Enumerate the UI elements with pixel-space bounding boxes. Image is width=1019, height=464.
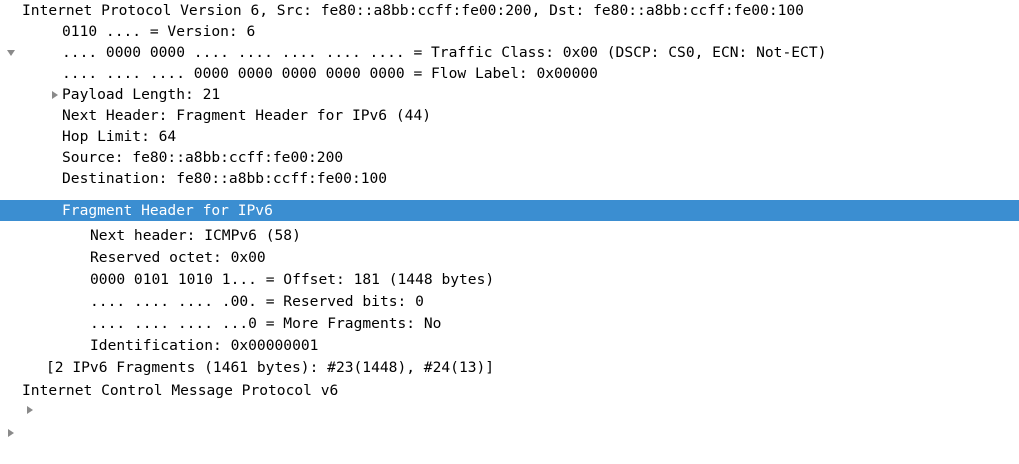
tree-row-traffic-class[interactable]: .... 0000 0000 .... .... .... .... .... … xyxy=(0,42,1019,99)
hop-limit-field: Hop Limit: 64 xyxy=(62,128,177,145)
flow-label-field: .... .... .... 0000 0000 0000 0000 0000 … xyxy=(62,65,598,82)
source-field: Source: fe80::a8bb:ccff:fe00:200 xyxy=(62,149,344,166)
tree-row-source[interactable]: Source: fe80::a8bb:ccff:fe00:200 xyxy=(0,147,1019,168)
tree-row-frag-next-header[interactable]: Next header: ICMPv6 (58) xyxy=(0,225,1019,246)
ipv6-header-label: Internet Protocol Version 6, Src: fe80::… xyxy=(22,2,804,19)
version-field: 0110 .... = Version: 6 xyxy=(62,23,256,40)
reassembled-fragments-label: [2 IPv6 Fragments (1461 bytes): #23(1448… xyxy=(46,359,495,376)
reserved-octet-field: Reserved octet: 0x00 xyxy=(90,249,266,266)
frag-next-header-field: Next header: ICMPv6 (58) xyxy=(90,227,301,244)
tree-row-payload-length[interactable]: Payload Length: 21 xyxy=(0,84,1019,105)
packet-details-tree: Internet Protocol Version 6, Src: fe80::… xyxy=(0,0,1019,437)
payload-length-field: Payload Length: 21 xyxy=(62,86,221,103)
tree-row-reserved-octet[interactable]: Reserved octet: 0x00 xyxy=(0,247,1019,268)
icmpv6-label: Internet Control Message Protocol v6 xyxy=(22,382,339,399)
tree-row-icmpv6[interactable]: Internet Control Message Protocol v6 xyxy=(0,380,1019,437)
tree-row-next-header[interactable]: Next Header: Fragment Header for IPv6 (4… xyxy=(0,105,1019,126)
more-fragments-field: .... .... .... ...0 = More Fragments: No xyxy=(90,315,442,332)
tree-row-identification[interactable]: Identification: 0x00000001 xyxy=(0,335,1019,356)
tree-row-flow-label[interactable]: .... .... .... 0000 0000 0000 0000 0000 … xyxy=(0,63,1019,84)
offset-field: 0000 0101 1010 1... = Offset: 181 (1448 … xyxy=(90,271,495,288)
tree-row-destination[interactable]: Destination: fe80::a8bb:ccff:fe00:100 xyxy=(0,168,1019,189)
traffic-class-field: .... 0000 0000 .... .... .... .... .... … xyxy=(62,44,827,61)
tree-row-reassembled-fragments[interactable]: [2 IPv6 Fragments (1461 bytes): #23(1448… xyxy=(0,357,1019,414)
next-header-field: Next Header: Fragment Header for IPv6 (4… xyxy=(62,107,432,124)
collapsed-arrow-icon[interactable] xyxy=(6,422,16,443)
identification-field: Identification: 0x00000001 xyxy=(90,337,319,354)
tree-row-ipv6[interactable]: Internet Protocol Version 6, Src: fe80::… xyxy=(0,0,1019,56)
destination-field: Destination: fe80::a8bb:ccff:fe00:100 xyxy=(62,170,388,187)
tree-row-hop-limit[interactable]: Hop Limit: 64 xyxy=(0,126,1019,147)
tree-row-more-fragments[interactable]: .... .... .... ...0 = More Fragments: No xyxy=(0,313,1019,334)
tree-row-reserved-bits[interactable]: .... .... .... .00. = Reserved bits: 0 xyxy=(0,291,1019,312)
tree-row-version[interactable]: 0110 .... = Version: 6 xyxy=(0,21,1019,42)
tree-row-offset[interactable]: 0000 0101 1010 1... = Offset: 181 (1448 … xyxy=(0,269,1019,290)
fragment-header-label: Fragment Header for IPv6 xyxy=(62,202,273,219)
tree-row-fragment-header[interactable]: Fragment Header for IPv6 xyxy=(0,200,1019,256)
reserved-bits-field: .... .... .... .00. = Reserved bits: 0 xyxy=(90,293,424,310)
